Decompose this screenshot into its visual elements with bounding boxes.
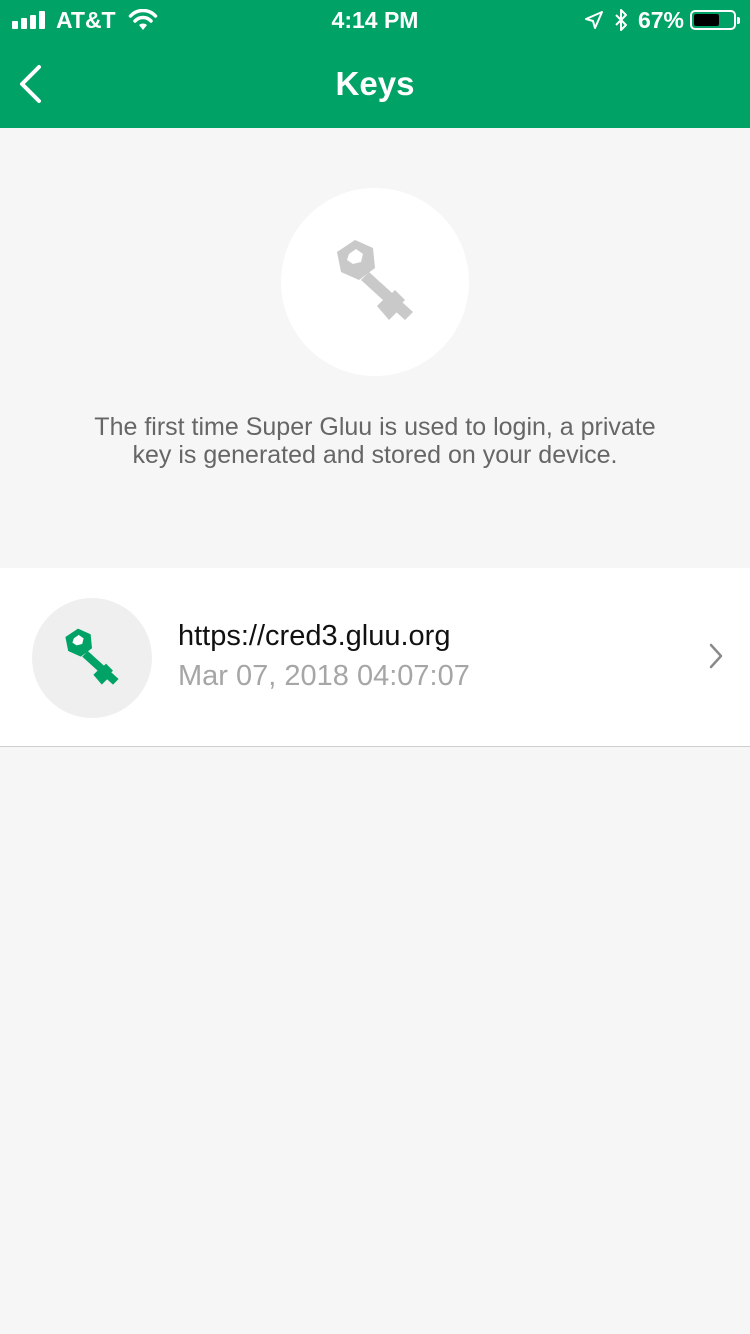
bluetooth-icon (615, 9, 627, 31)
key-list: https://cred3.gluu.org Mar 07, 2018 04:0… (0, 568, 750, 747)
info-description: The first time Super Gluu is used to log… (94, 413, 656, 469)
key-icon (337, 240, 413, 320)
nav-bar: Keys (0, 40, 750, 128)
page-title: Keys (335, 65, 415, 102)
chevron-right-icon[interactable] (708, 642, 724, 670)
key-icon (65, 628, 119, 685)
status-right: 67% (584, 6, 740, 34)
key-avatar (32, 598, 152, 718)
key-date: Mar 07, 2018 04:07:07 (178, 660, 470, 692)
battery-percent: 67% (637, 6, 684, 33)
app-header: AT&T 4:14 PM 67% Keys (0, 0, 750, 128)
key-list-item[interactable]: https://cred3.gluu.org Mar 07, 2018 04:0… (0, 568, 750, 746)
hero-key-badge (281, 188, 469, 376)
battery-icon (690, 10, 740, 30)
status-bar: AT&T 4:14 PM 67% (0, 0, 750, 40)
key-url: https://cred3.gluu.org (178, 620, 451, 652)
location-icon (584, 11, 603, 29)
